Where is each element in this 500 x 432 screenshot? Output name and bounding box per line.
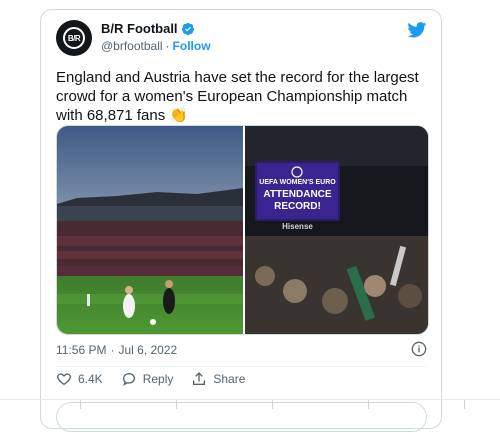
heart-icon [57, 373, 71, 386]
divider [56, 366, 427, 367]
tweet-media[interactable]: UEFA WOMEN'S EURO ATTENDANCE RECORD! His… [56, 125, 429, 335]
stadium-photo[interactable] [57, 126, 243, 334]
twitter-logo-icon[interactable] [407, 22, 427, 38]
br-logo: B/R [63, 27, 85, 49]
reply-icon [122, 372, 135, 386]
reply-button[interactable]: Reply [121, 371, 174, 387]
share-icon [193, 372, 206, 385]
tweet-card: B/R B/R Football @brfootball · Follow En… [40, 9, 442, 432]
share-label: Share [213, 372, 246, 386]
stadium-image [57, 126, 243, 334]
account-handle[interactable]: @brfootball [101, 39, 163, 53]
action-bar: 6.4K Reply Share [56, 371, 245, 387]
page-tick [176, 400, 177, 409]
reply-label: Reply [142, 372, 174, 386]
tweet-date: Jul 6, 2022 [118, 343, 178, 357]
avatar[interactable]: B/R [56, 20, 92, 56]
read-replies-button[interactable] [56, 402, 427, 432]
scoreboard-line-1: UEFA WOMEN'S EURO [259, 179, 336, 186]
name-row: B/R Football [101, 21, 195, 36]
scoreboard-photo[interactable]: UEFA WOMEN'S EURO ATTENDANCE RECORD! His… [245, 126, 428, 334]
scoreboard-line-3: RECORD! [274, 201, 321, 212]
share-button[interactable]: Share [191, 371, 245, 387]
page-tick [80, 400, 81, 409]
verified-badge-icon [181, 22, 194, 35]
page-divider [0, 399, 500, 400]
sponsor-label: Hisense [282, 222, 313, 231]
handle-row: @brfootball · Follow [101, 39, 211, 53]
tweet-text: England and Austria have set the record … [56, 69, 419, 124]
tweet-time: 11:56 PM [56, 343, 107, 357]
tweet-header: B/R B/R Football @brfootball · Follow [56, 20, 427, 60]
like-count: 6.4K [78, 372, 103, 386]
timestamp-dot: · [110, 343, 115, 357]
scoreboard-line-2: ATTENDANCE [263, 189, 332, 200]
page-tick [368, 400, 369, 409]
page-tick [272, 400, 273, 409]
follow-button[interactable]: Follow [173, 39, 211, 53]
info-icon[interactable] [411, 341, 427, 357]
tweet-timestamp[interactable]: 11:56 PM · Jul 6, 2022 [56, 343, 177, 357]
page-tick [464, 400, 465, 409]
account-name[interactable]: B/R Football [101, 21, 178, 36]
separator-dot: · [165, 39, 170, 53]
like-button[interactable]: 6.4K [56, 371, 103, 387]
